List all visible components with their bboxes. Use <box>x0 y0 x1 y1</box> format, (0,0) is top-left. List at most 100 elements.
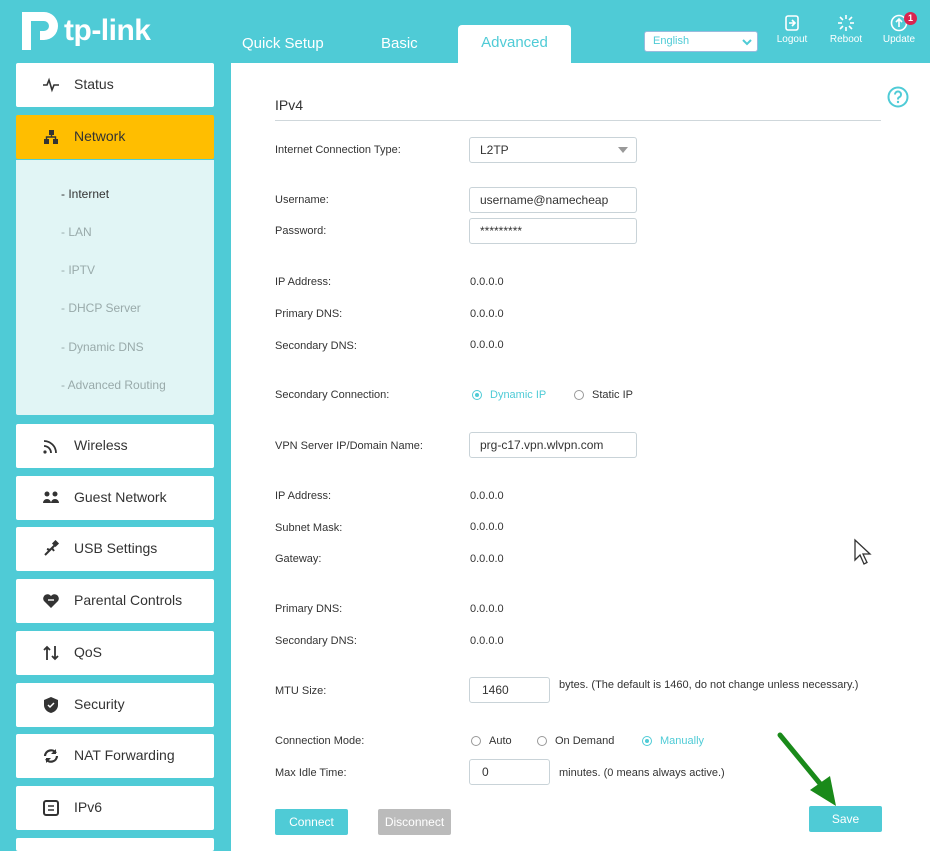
sidebar-item-label: Status <box>74 76 114 92</box>
guest-users-icon <box>43 491 59 503</box>
update-badge: 1 <box>904 12 917 25</box>
password-label: Password: <box>275 225 327 237</box>
heart-icon <box>43 594 59 608</box>
ip-address-label: IP Address: <box>275 276 332 288</box>
mtu-size-input[interactable]: 1460 <box>469 677 550 703</box>
sidebar-item-network[interactable]: Network <box>16 115 214 159</box>
connect-button[interactable]: Connect <box>275 809 348 835</box>
logout-label: Logout <box>776 34 808 45</box>
tab-quick-setup[interactable]: Quick Setup <box>242 26 324 62</box>
section-title: IPv4 <box>275 97 304 113</box>
tp-link-logo: tp-link <box>14 8 164 52</box>
subnet-mask-value: 0.0.0.0 <box>470 521 504 533</box>
brand-name: tp-link <box>64 14 151 47</box>
sidebar-item-parental-controls[interactable]: Parental Controls <box>16 579 214 623</box>
sidebar-item-status[interactable]: Status <box>16 63 214 107</box>
submenu-item-iptv[interactable]: - IPTV <box>61 263 95 277</box>
sidebar-item-qos[interactable]: QoS <box>16 631 214 675</box>
nat-forwarding-icon <box>43 749 59 763</box>
wifi-icon <box>43 440 57 454</box>
submenu-item-dhcp-server[interactable]: - DHCP Server <box>61 301 141 315</box>
mtu-size-label: MTU Size: <box>275 685 327 697</box>
sidebar-item-label: Security <box>74 696 125 712</box>
radio-static-ip[interactable] <box>574 390 584 400</box>
sidebar-item-label: Guest Network <box>74 489 167 505</box>
vpn-server-input[interactable]: prg-c17.vpn.wlvpn.com <box>469 432 637 458</box>
sidebar-item-usb-settings[interactable]: USB Settings <box>16 527 214 571</box>
max-idle-time-note: minutes. (0 means always active.) <box>559 767 725 779</box>
gateway-label: Gateway: <box>275 553 322 565</box>
subnet-mask-label: Subnet Mask: <box>275 522 343 534</box>
reboot-icon <box>838 15 854 31</box>
section-divider <box>275 120 881 121</box>
sidebar-item-label: NAT Forwarding <box>74 747 175 763</box>
green-arrow-icon <box>777 732 836 806</box>
sidebar-item-more[interactable] <box>16 838 214 851</box>
sidebar-item-ipv6[interactable]: IPv6 <box>16 786 214 830</box>
help-icon[interactable] <box>887 86 909 108</box>
secondary-connection-label: Secondary Connection: <box>275 389 390 401</box>
tab-advanced[interactable]: Advanced <box>458 25 571 63</box>
submenu-item-dynamic-dns[interactable]: - Dynamic DNS <box>61 340 144 354</box>
sidebar-item-label: Wireless <box>74 437 128 453</box>
triangle-down-icon <box>618 147 628 153</box>
ip-address-value: 0.0.0.0 <box>470 276 504 288</box>
reboot-label: Reboot <box>829 34 863 45</box>
submenu-item-internet[interactable]: - Internet <box>61 187 109 201</box>
radio-mode-on-demand[interactable] <box>537 736 547 746</box>
language-value: English <box>653 35 690 47</box>
radio-static-ip-label: Static IP <box>592 389 633 401</box>
up-down-arrows-icon <box>43 645 59 661</box>
mtu-note: bytes. (The default is 1460, do not chan… <box>559 679 859 691</box>
language-select[interactable]: English <box>644 31 758 52</box>
password-input[interactable]: ********* <box>469 218 637 244</box>
network-icon <box>44 130 58 144</box>
radio-dynamic-ip[interactable] <box>472 390 482 400</box>
secondary-dns-2-value: 0.0.0.0 <box>470 635 504 647</box>
primary-dns-2-label: Primary DNS: <box>275 603 343 615</box>
radio-mode-auto[interactable] <box>471 736 481 746</box>
document-icon <box>43 800 59 816</box>
network-submenu: - Internet - LAN - IPTV - DHCP Server - … <box>16 160 214 415</box>
sidebar-item-label: USB Settings <box>74 540 158 556</box>
submenu-item-lan[interactable]: - LAN <box>61 225 92 239</box>
username-input[interactable]: username@namecheap <box>469 187 637 213</box>
max-idle-time-input[interactable]: 0 <box>469 759 550 785</box>
radio-mode-manually[interactable] <box>642 736 652 746</box>
tab-basic[interactable]: Basic <box>381 26 418 62</box>
submenu-item-advanced-routing[interactable]: - Advanced Routing <box>61 378 166 392</box>
sidebar-item-label: Network <box>74 128 126 144</box>
vpn-server-label: VPN Server IP/Domain Name: <box>275 440 423 452</box>
connection-mode-label: Connection Mode: <box>275 735 365 747</box>
ip-address-2-label: IP Address: <box>275 490 332 502</box>
usb-icon <box>44 540 60 556</box>
update-button[interactable]: 1 Update <box>874 12 924 45</box>
radio-mode-on-demand-label: On Demand <box>555 735 615 747</box>
disconnect-button[interactable]: Disconnect <box>378 809 451 835</box>
secondary-dns-value: 0.0.0.0 <box>470 339 504 351</box>
sidebar-item-label: IPv6 <box>74 799 103 815</box>
ip-address-2-value: 0.0.0.0 <box>470 490 504 502</box>
chevron-down-icon <box>742 39 752 46</box>
secondary-dns-2-label: Secondary DNS: <box>275 635 357 647</box>
sidebar-item-wireless[interactable]: Wireless <box>16 424 214 468</box>
connection-type-label: Internet Connection Type: <box>275 144 401 156</box>
username-label: Username: <box>275 194 329 206</box>
connection-type-select[interactable]: L2TP <box>469 137 637 163</box>
primary-dns-2-value: 0.0.0.0 <box>470 603 504 615</box>
sidebar-item-guest-network[interactable]: Guest Network <box>16 476 214 520</box>
reboot-button[interactable]: Reboot <box>821 14 871 45</box>
tp-link-logo-icon <box>22 12 58 50</box>
max-idle-time-label: Max Idle Time: <box>275 767 347 779</box>
primary-dns-label: Primary DNS: <box>275 308 343 320</box>
mouse-cursor-icon <box>854 538 872 565</box>
sidebar-item-security[interactable]: Security <box>16 683 214 727</box>
sidebar-item-label: QoS <box>74 644 103 660</box>
radio-mode-manually-label: Manually <box>660 735 705 747</box>
shield-icon <box>44 697 58 713</box>
logout-button[interactable]: Logout <box>767 14 817 45</box>
sidebar-item-nat-forwarding[interactable]: NAT Forwarding <box>16 734 214 778</box>
secondary-dns-label: Secondary DNS: <box>275 340 357 352</box>
pulse-icon <box>43 77 59 93</box>
primary-dns-value: 0.0.0.0 <box>470 308 504 320</box>
